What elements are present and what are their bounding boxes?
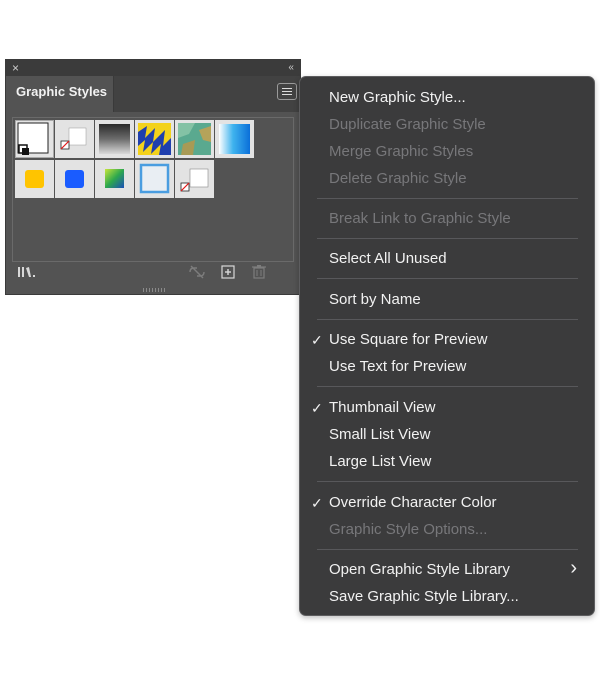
panel-menu-button[interactable] — [277, 83, 297, 100]
menu-separator — [317, 198, 578, 199]
style-swatch-blue-gradient[interactable] — [215, 120, 254, 158]
panel-titlebar: × ‹‹ — [6, 60, 300, 76]
menu-separator — [317, 278, 578, 279]
submenu-arrow-icon: › — [570, 557, 577, 579]
close-icon[interactable]: × — [12, 60, 19, 76]
menu-item-save-graphic-style-library[interactable]: Save Graphic Style Library... — [329, 588, 519, 606]
menu-separator — [317, 549, 578, 550]
checkmark-icon: ✓ — [311, 400, 323, 416]
menu-item-thumbnail-view[interactable]: Thumbnail View — [329, 399, 435, 417]
menu-item-override-character-color[interactable]: Override Character Color — [329, 494, 497, 512]
checkmark-icon: ✓ — [311, 332, 323, 348]
menu-item-small-list-view[interactable]: Small List View — [329, 426, 430, 444]
shadow-style-icon — [180, 168, 209, 192]
camo-style-icon — [178, 123, 211, 155]
styles-grid — [12, 117, 294, 262]
menu-item-use-text-for-preview[interactable]: Use Text for Preview — [329, 358, 466, 376]
resize-grip[interactable] — [143, 288, 167, 292]
menu-item-duplicate-graphic-style[interactable]: Duplicate Graphic Style — [329, 116, 486, 134]
blue-outline-style-icon — [139, 163, 170, 194]
menu-item-graphic-style-options[interactable]: Graphic Style Options... — [329, 521, 487, 539]
style-swatch-yellow-pattern[interactable] — [135, 120, 174, 158]
green-gradient-style-icon — [105, 169, 124, 188]
gray-gradient-style-icon — [99, 124, 130, 154]
tab-graphic-styles[interactable]: Graphic Styles — [6, 76, 114, 112]
menu-item-open-graphic-style-library[interactable]: Open Graphic Style Library — [329, 561, 510, 579]
style-swatch-green-gradient[interactable] — [95, 160, 134, 198]
menu-item-select-all-unused[interactable]: Select All Unused — [329, 250, 447, 268]
library-icon[interactable] — [17, 265, 37, 282]
panel-flyout-menu: New Graphic Style... Duplicate Graphic S… — [299, 76, 595, 616]
pattern-style-icon — [138, 123, 171, 155]
style-swatch-blue-outline[interactable] — [135, 160, 174, 198]
style-swatch-yellow[interactable] — [15, 160, 54, 198]
style-swatch-shadow[interactable] — [175, 160, 214, 198]
style-swatch-no-stroke[interactable] — [55, 120, 94, 158]
menu-item-break-link[interactable]: Break Link to Graphic Style — [329, 210, 511, 228]
style-swatch-camo[interactable] — [175, 120, 214, 158]
menu-separator — [317, 319, 578, 320]
menu-separator — [317, 238, 578, 239]
menu-item-large-list-view[interactable]: Large List View — [329, 453, 431, 471]
style-swatch-gray-gradient[interactable] — [95, 120, 134, 158]
trash-icon[interactable] — [251, 264, 267, 282]
style-swatch-blue[interactable] — [55, 160, 94, 198]
style-swatch-default[interactable] — [15, 120, 54, 158]
graphic-styles-panel: × ‹‹ Graphic Styles — [5, 59, 301, 295]
checkmark-icon: ✓ — [311, 495, 323, 511]
menu-separator — [317, 386, 578, 387]
new-style-icon[interactable] — [221, 265, 237, 282]
default-style-icon — [17, 122, 49, 155]
menu-item-merge-graphic-styles[interactable]: Merge Graphic Styles — [329, 143, 473, 161]
yellow-rounded-style-icon — [25, 170, 44, 188]
collapse-icon[interactable]: ‹‹ — [288, 60, 294, 76]
menu-item-sort-by-name[interactable]: Sort by Name — [329, 291, 421, 309]
blue-rounded-style-icon — [65, 170, 84, 188]
blue-gradient-style-icon — [219, 124, 250, 154]
menu-separator — [317, 481, 578, 482]
menu-item-use-square-for-preview[interactable]: Use Square for Preview — [329, 331, 487, 349]
panel-tab-row: Graphic Styles — [6, 76, 300, 112]
break-link-icon[interactable] — [187, 265, 207, 282]
menu-item-new-graphic-style[interactable]: New Graphic Style... — [329, 89, 466, 107]
no-stroke-style-icon — [60, 127, 87, 150]
menu-item-delete-graphic-style[interactable]: Delete Graphic Style — [329, 170, 467, 188]
